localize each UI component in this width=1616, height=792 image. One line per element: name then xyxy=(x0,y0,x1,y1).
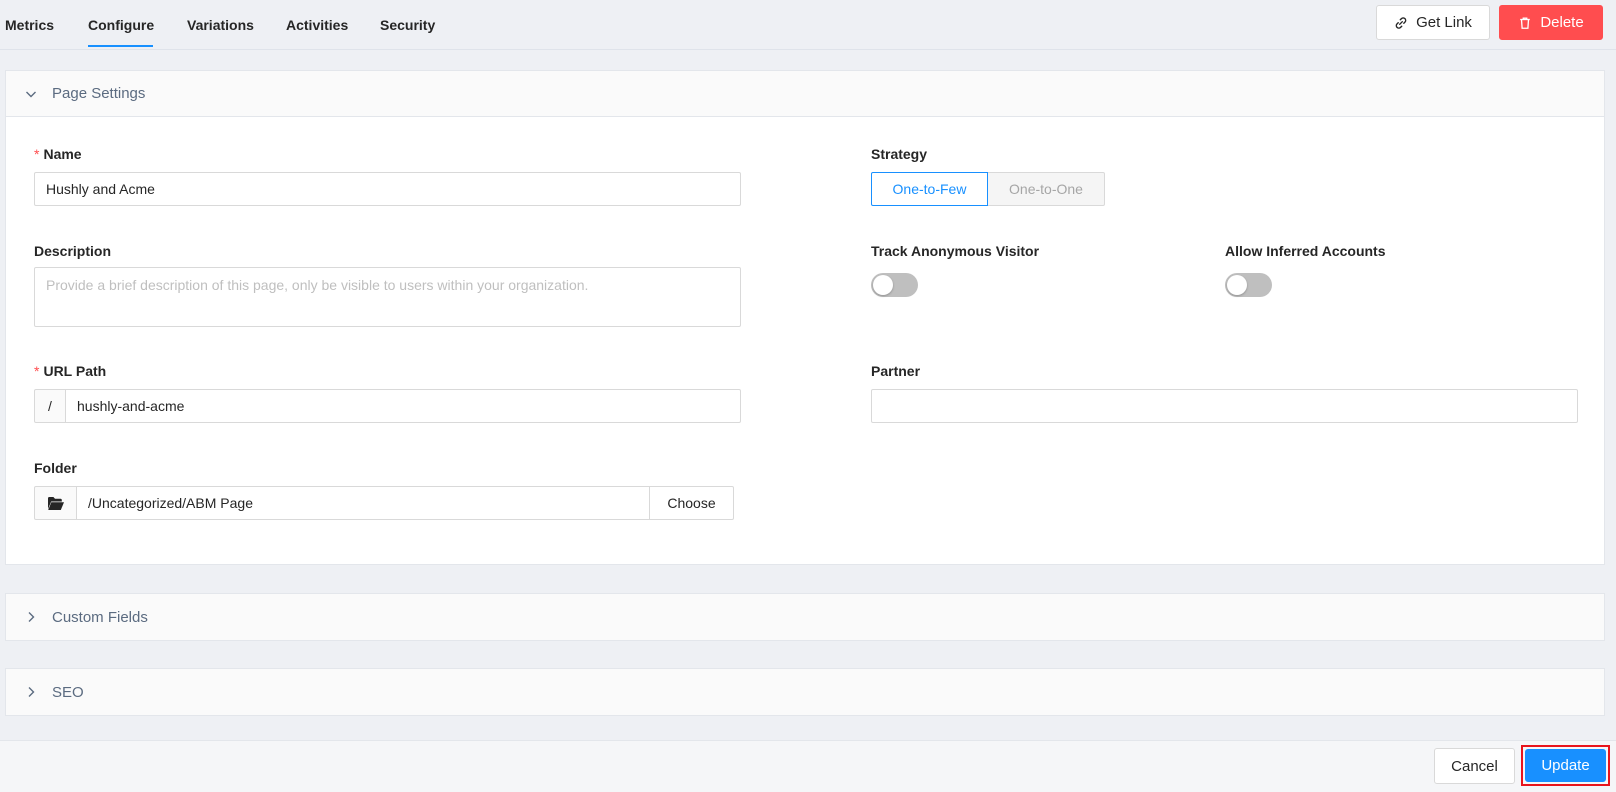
description-placeholder: Provide a brief description of this page… xyxy=(46,277,589,293)
page-settings-header[interactable]: Page Settings xyxy=(6,71,1604,117)
get-link-button[interactable]: Get Link xyxy=(1376,5,1490,40)
tab-activities[interactable]: Activities xyxy=(286,17,348,33)
name-input[interactable]: Hushly and Acme xyxy=(34,172,741,206)
tab-bar: Metrics Configure Variations Activities … xyxy=(0,0,1616,50)
footer-bar xyxy=(0,740,1616,792)
custom-fields-title: Custom Fields xyxy=(52,608,148,626)
url-path-input[interactable]: hushly-and-acme xyxy=(65,389,741,423)
folder-input[interactable]: /Uncategorized/ABM Page xyxy=(76,486,650,520)
url-path-label: * URL Path xyxy=(34,363,106,379)
allow-inferred-toggle[interactable] xyxy=(1225,273,1272,297)
trash-icon xyxy=(1518,16,1532,30)
toggle-knob xyxy=(873,275,893,295)
tab-variations[interactable]: Variations xyxy=(187,17,254,33)
strategy-one-to-few[interactable]: One-to-Few xyxy=(871,172,988,206)
page-settings-title: Page Settings xyxy=(52,85,146,102)
name-label-text: Name xyxy=(43,146,82,162)
url-path-label-text: URL Path xyxy=(43,363,107,379)
partner-label: Partner xyxy=(871,363,921,379)
seo-title: SEO xyxy=(52,683,84,701)
chevron-right-icon xyxy=(24,685,38,699)
folder-label: Folder xyxy=(34,460,77,476)
name-label: * Name xyxy=(34,146,82,162)
tab-metrics[interactable]: Metrics xyxy=(5,17,54,33)
page-settings-panel: Page Settings * Name Hushly and Acme Desc… xyxy=(5,70,1605,565)
url-path-prefix: / xyxy=(34,389,66,423)
custom-fields-header[interactable]: Custom Fields xyxy=(6,594,1604,640)
allow-inferred-label: Allow Inferred Accounts xyxy=(1225,243,1386,259)
seo-header[interactable]: SEO xyxy=(6,669,1604,715)
track-anonymous-label: Track Anonymous Visitor xyxy=(871,243,1040,259)
strategy-one-to-one[interactable]: One-to-One xyxy=(987,172,1105,206)
update-button[interactable]: Update xyxy=(1525,749,1606,782)
url-path-value: hushly-and-acme xyxy=(77,398,185,414)
folder-open-icon xyxy=(34,486,77,520)
description-label: Description xyxy=(34,243,112,259)
choose-label: Choose xyxy=(667,495,716,511)
delete-button[interactable]: Delete xyxy=(1499,5,1603,40)
active-tab-indicator xyxy=(88,45,153,47)
seo-panel: SEO xyxy=(5,668,1605,716)
partner-input[interactable] xyxy=(871,389,1578,423)
required-mark: * xyxy=(34,146,40,162)
choose-folder-button[interactable]: Choose xyxy=(649,486,734,520)
strategy-label: Strategy xyxy=(871,146,928,162)
description-textarea[interactable]: Provide a brief description of this page… xyxy=(34,267,741,327)
tab-security[interactable]: Security xyxy=(380,17,435,33)
link-icon xyxy=(1394,16,1408,30)
tab-configure[interactable]: Configure xyxy=(88,17,154,33)
delete-label: Delete xyxy=(1540,14,1584,31)
get-link-label: Get Link xyxy=(1416,14,1472,31)
chevron-right-icon xyxy=(24,610,38,624)
cancel-button[interactable]: Cancel xyxy=(1434,748,1515,784)
track-anonymous-toggle[interactable] xyxy=(871,273,918,297)
chevron-down-icon xyxy=(24,87,38,101)
required-mark: * xyxy=(34,363,40,379)
toggle-knob xyxy=(1227,275,1247,295)
folder-value: /Uncategorized/ABM Page xyxy=(88,495,253,511)
custom-fields-panel: Custom Fields xyxy=(5,593,1605,641)
name-value: Hushly and Acme xyxy=(46,181,155,197)
